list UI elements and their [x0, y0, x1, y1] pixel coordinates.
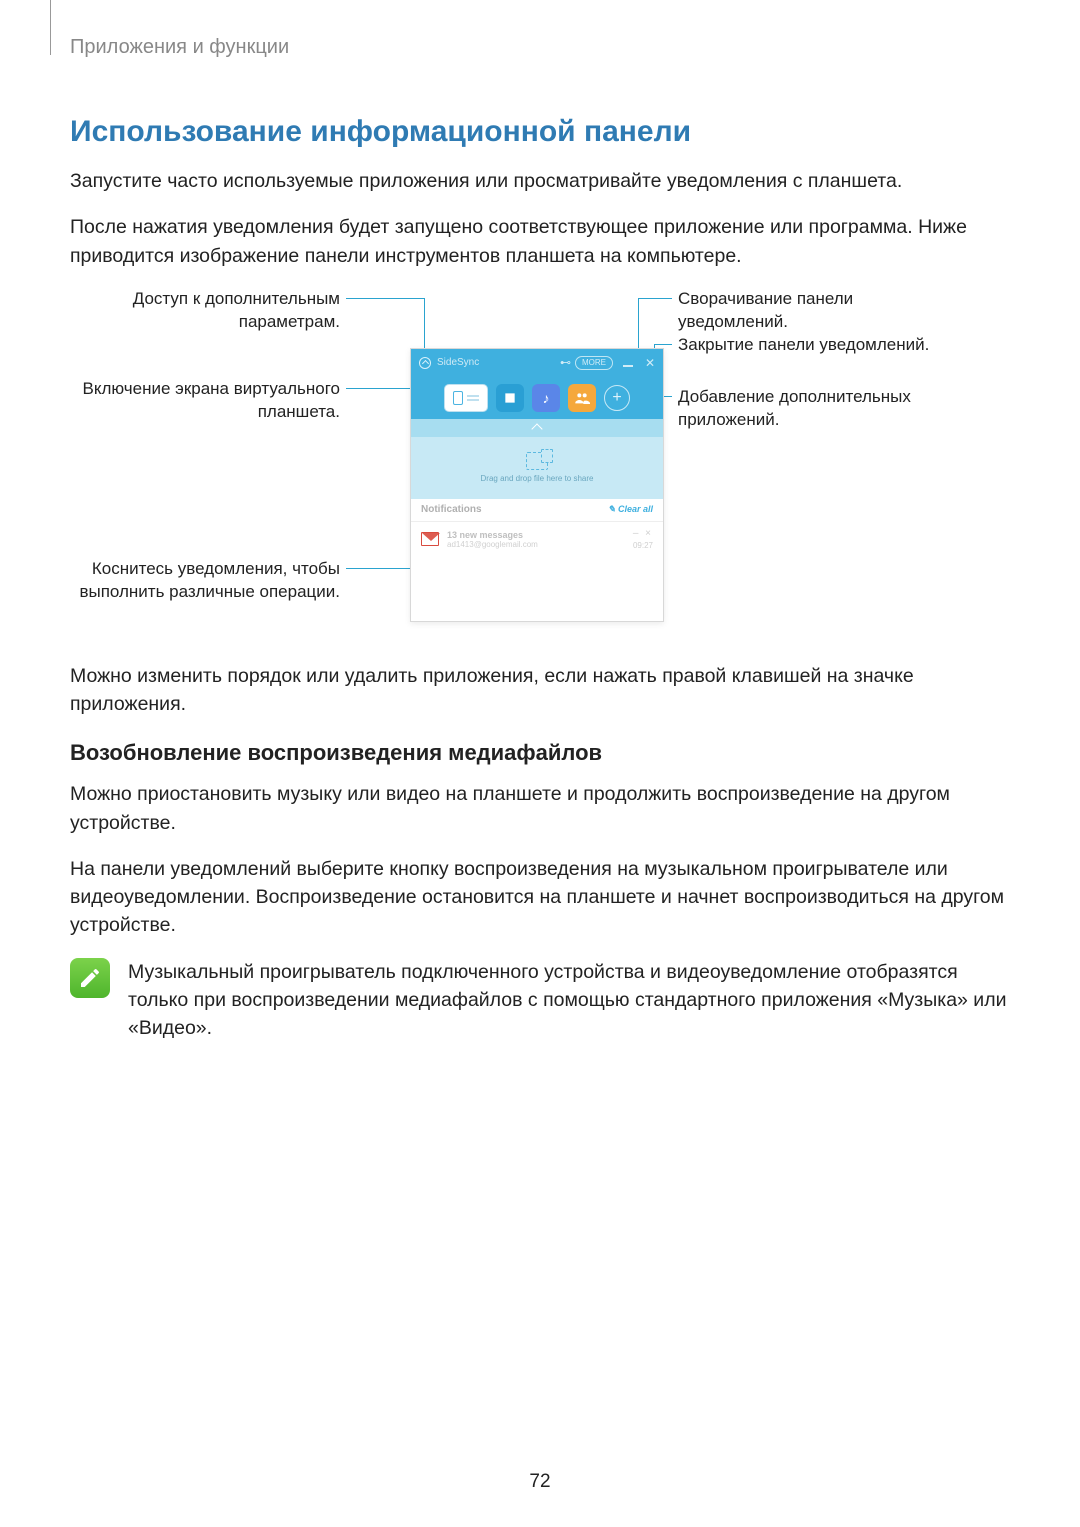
music-app-icon[interactable]: ♪	[532, 384, 560, 412]
refresh-icon[interactable]	[419, 357, 431, 369]
notification-time: 09:27	[633, 541, 653, 550]
callout-notification-tap: Коснитесь уведомления, чтобывыполнить ра…	[79, 558, 340, 604]
panel-titlebar: SideSync ⊷ MORE ✕	[411, 349, 663, 377]
notification-title: 13 new messages	[447, 530, 625, 540]
file-drop-zone[interactable]: Drag and drop file here to share	[411, 437, 663, 499]
callout-add-apps: Добавление дополнительныхприложений.	[678, 386, 911, 432]
subsection-heading: Возобновление воспроизведения медиафайло…	[70, 740, 1010, 766]
paragraph: Можно приостановить музыку или видео на …	[70, 780, 1010, 837]
note-block: Музыкальный проигрыватель подключенного …	[70, 958, 1010, 1043]
section-heading: Использование информационной панели	[70, 115, 1010, 149]
collapse-bar[interactable]	[411, 419, 663, 437]
callout-virtual-screen: Включение экрана виртуальногопланшета.	[83, 378, 340, 424]
notification-subtitle: ad1413@googlemail.com	[447, 540, 625, 549]
paragraph: Можно изменить порядок или удалить прило…	[70, 662, 1010, 719]
callout-settings: Доступ к дополнительнымпараметрам.	[133, 288, 340, 334]
gmail-icon	[421, 532, 439, 546]
callout-minimize: Сворачивание панелиуведомлений.	[678, 288, 853, 334]
notifications-header: Notifications ✎ Clear all	[411, 499, 663, 521]
virtual-screen-button[interactable]	[444, 384, 488, 412]
notification-actions[interactable]: – ×	[633, 528, 653, 539]
note-text: Музыкальный проигрыватель подключенного …	[128, 958, 1010, 1043]
minimize-icon[interactable]	[623, 359, 633, 367]
paragraph: На панели уведомлений выберите кнопку во…	[70, 855, 1010, 940]
more-button[interactable]: MORE	[575, 356, 613, 370]
notifications-label: Notifications	[421, 504, 482, 515]
note-icon	[70, 958, 110, 998]
clear-all-button[interactable]: ✎ Clear all	[608, 504, 653, 515]
dashboard-panel: SideSync ⊷ MORE ✕ ♪ +	[410, 348, 664, 622]
add-app-button[interactable]: +	[604, 385, 630, 411]
drop-hint: Drag and drop file here to share	[481, 474, 594, 483]
app-row: ♪ +	[411, 377, 663, 419]
gallery-app-icon[interactable]	[496, 384, 524, 412]
notification-item[interactable]: 13 new messages ad1413@googlemail.com – …	[411, 521, 663, 557]
tablet-icon	[453, 391, 463, 405]
close-icon[interactable]: ✕	[645, 356, 655, 370]
usb-icon: ⊷	[560, 356, 569, 369]
contacts-app-icon[interactable]	[568, 384, 596, 412]
callout-close: Закрытие панели уведомлений.	[678, 334, 929, 357]
paragraph: Запустите часто используемые приложения …	[70, 167, 1010, 195]
dashboard-figure: Доступ к дополнительнымпараметрам. Включ…	[70, 288, 1010, 638]
panel-title: SideSync	[437, 357, 479, 368]
paragraph: После нажатия уведомления будет запущено…	[70, 213, 1010, 270]
breadcrumb: Приложения и функции	[70, 36, 1010, 59]
page-number: 72	[0, 1471, 1080, 1493]
chevron-up-icon	[531, 424, 542, 435]
files-icon	[526, 452, 548, 470]
